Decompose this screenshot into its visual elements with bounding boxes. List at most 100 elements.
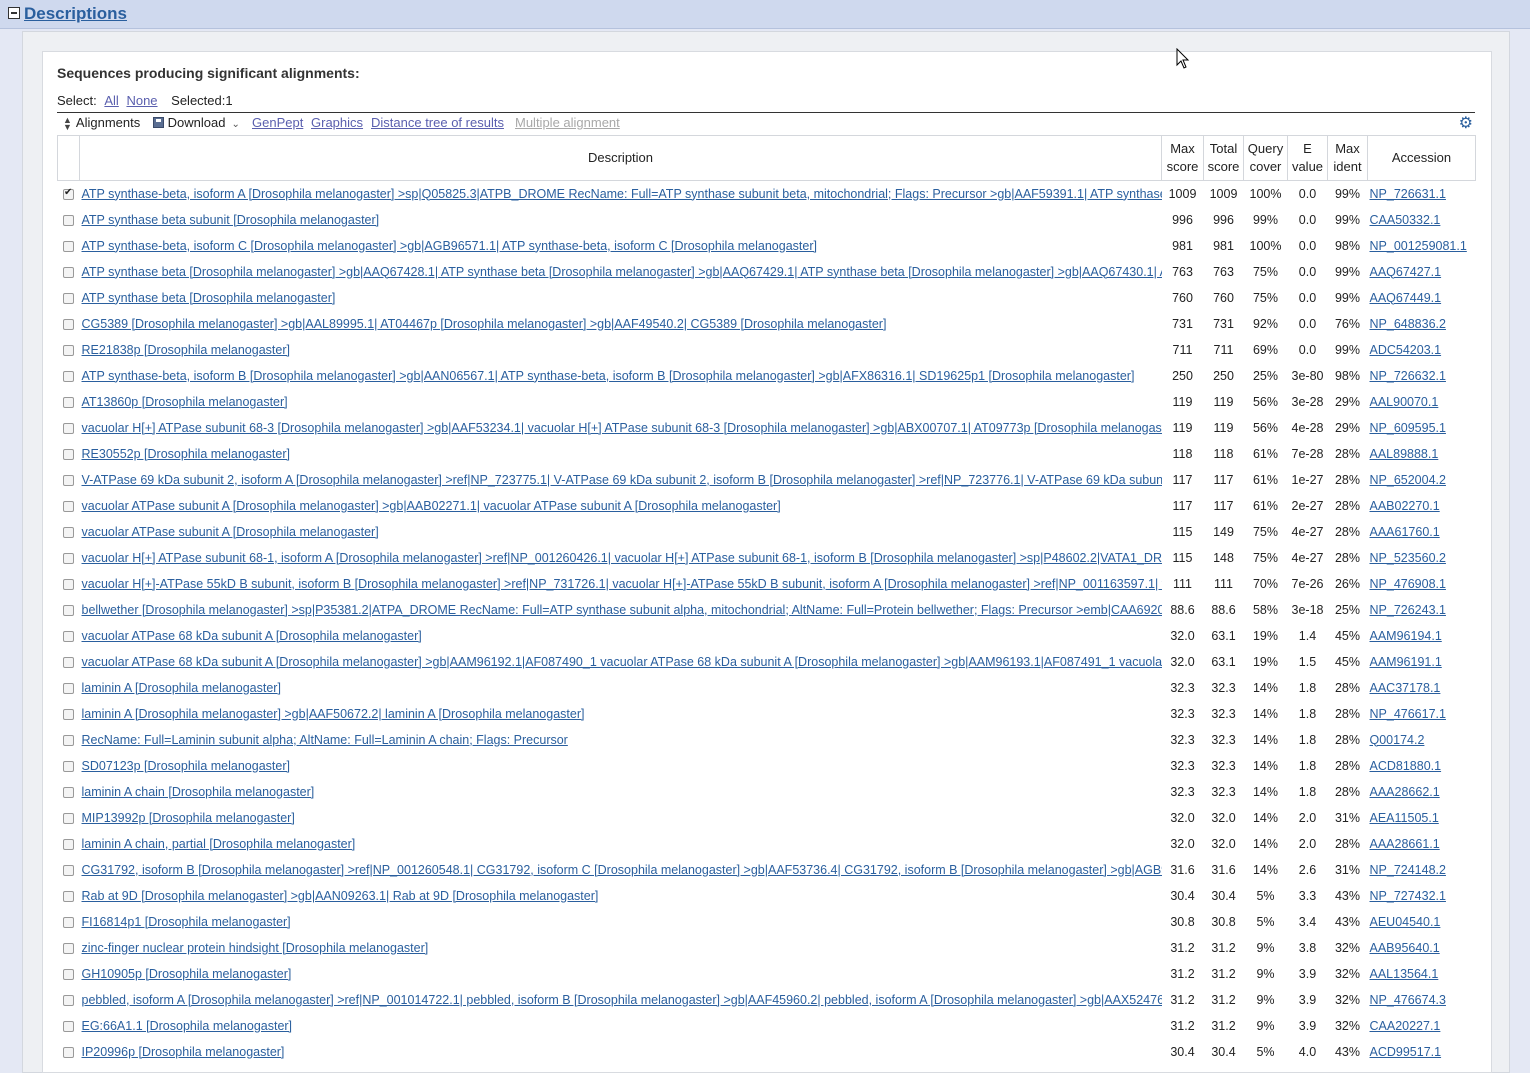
description-link[interactable]: MIP13992p [Drosophila melanogaster] (82, 811, 295, 825)
row-checkbox[interactable] (63, 292, 74, 304)
row-checkbox[interactable] (63, 370, 74, 382)
row-checkbox[interactable] (63, 1046, 74, 1058)
accession-link[interactable]: NP_609595.1 (1370, 421, 1446, 435)
row-checkbox[interactable] (63, 526, 74, 538)
gear-icon[interactable]: ⚙ (1459, 113, 1473, 133)
accession-link[interactable]: NP_727432.1 (1370, 889, 1446, 903)
accession-link[interactable]: NP_648836.2 (1370, 317, 1446, 331)
max-score-column-header[interactable]: Max score (1161, 135, 1204, 181)
row-checkbox[interactable] (63, 187, 74, 200)
section-title[interactable]: Descriptions (24, 4, 127, 24)
row-checkbox[interactable] (63, 708, 74, 720)
total-score-column-header[interactable]: Total score (1203, 135, 1244, 181)
description-link[interactable]: IP20996p [Drosophila melanogaster] (82, 1045, 285, 1059)
accession-link[interactable]: AAA28661.1 (1370, 837, 1440, 851)
description-link[interactable]: vacuolar ATPase subunit A [Drosophila me… (82, 499, 781, 513)
accession-link[interactable]: NP_001259081.1 (1370, 239, 1467, 253)
accession-link[interactable]: AAQ67427.1 (1370, 265, 1442, 279)
description-link[interactable]: RecName: Full=Laminin subunit alpha; Alt… (82, 733, 568, 747)
select-all-link[interactable]: All (104, 93, 118, 108)
description-link[interactable]: FI16814p1 [Drosophila melanogaster] (82, 915, 291, 929)
row-checkbox[interactable] (63, 448, 74, 460)
accession-link[interactable]: CAA20227.1 (1370, 1019, 1441, 1033)
description-link[interactable]: vacuolar ATPase subunit A [Drosophila me… (82, 525, 379, 539)
accession-link[interactable]: ADC54203.1 (1370, 343, 1442, 357)
description-link[interactable]: SD07123p [Drosophila melanogaster] (82, 759, 290, 773)
accession-link[interactable]: AAB95640.1 (1370, 941, 1440, 955)
description-link[interactable]: EG:66A1.1 [Drosophila melanogaster] (82, 1019, 293, 1033)
description-link[interactable]: laminin A [Drosophila melanogaster] >gb|… (82, 707, 585, 721)
accession-link[interactable]: AAL13564.1 (1370, 967, 1439, 981)
row-checkbox[interactable] (63, 500, 74, 512)
row-checkbox[interactable] (63, 994, 74, 1006)
select-none-link[interactable]: None (126, 93, 157, 108)
accession-link[interactable]: AAQ67449.1 (1370, 291, 1442, 305)
row-checkbox[interactable] (63, 734, 74, 746)
accession-link[interactable]: ACD81880.1 (1370, 759, 1442, 773)
accession-link[interactable]: NP_652004.2 (1370, 473, 1446, 487)
graphics-link[interactable]: Graphics (311, 115, 363, 130)
row-checkbox[interactable] (63, 552, 74, 564)
row-checkbox[interactable] (63, 578, 74, 590)
row-checkbox[interactable] (63, 396, 74, 408)
row-checkbox[interactable] (63, 656, 74, 668)
accession-link[interactable]: AAA61760.1 (1370, 525, 1440, 539)
row-checkbox[interactable] (63, 864, 74, 876)
description-column-header[interactable]: Description (79, 135, 1162, 181)
max-ident-column-header[interactable]: Max ident (1327, 135, 1368, 181)
accession-link[interactable]: ACD99517.1 (1370, 1045, 1442, 1059)
description-link[interactable]: vacuolar H[+] ATPase subunit 68-3 [Droso… (82, 421, 1162, 435)
alignments-button[interactable]: ▲ ▼ Alignments (63, 115, 140, 131)
description-link[interactable]: ATP synthase-beta, isoform A [Drosophila… (82, 187, 1162, 201)
distance-tree-link[interactable]: Distance tree of results (371, 115, 504, 130)
description-link[interactable]: RE30552p [Drosophila melanogaster] (82, 447, 290, 461)
row-checkbox[interactable] (63, 942, 74, 954)
row-checkbox[interactable] (63, 812, 74, 824)
query-cover-column-header[interactable]: Query cover (1243, 135, 1288, 181)
accession-link[interactable]: NP_476908.1 (1370, 577, 1446, 591)
row-checkbox[interactable] (63, 630, 74, 642)
description-link[interactable]: pebbled, isoform A [Drosophila melanogas… (82, 993, 1162, 1007)
description-link[interactable]: vacuolar ATPase 68 kDa subunit A [Drosop… (82, 629, 422, 643)
description-link[interactable]: laminin A chain, partial [Drosophila mel… (82, 837, 356, 851)
description-link[interactable]: bellwether [Drosophila melanogaster] >sp… (82, 603, 1162, 617)
row-checkbox[interactable] (63, 838, 74, 850)
accession-link[interactable]: CAA50332.1 (1370, 213, 1441, 227)
description-link[interactable]: AT13860p [Drosophila melanogaster] (82, 395, 288, 409)
accession-link[interactable]: NP_476617.1 (1370, 707, 1446, 721)
row-checkbox[interactable] (63, 786, 74, 798)
description-link[interactable]: vacuolar H[+] ATPase subunit 68-1, isofo… (82, 551, 1162, 565)
description-link[interactable]: CG31792, isoform B [Drosophila melanogas… (82, 863, 1162, 877)
row-checkbox[interactable] (63, 240, 74, 252)
row-checkbox[interactable] (63, 916, 74, 928)
description-link[interactable]: vacuolar ATPase 68 kDa subunit A [Drosop… (82, 655, 1162, 669)
accession-link[interactable]: AAL90070.1 (1370, 395, 1439, 409)
row-checkbox[interactable] (63, 474, 74, 486)
accession-link[interactable]: AAA28662.1 (1370, 785, 1440, 799)
row-checkbox[interactable] (63, 890, 74, 902)
accession-column-header[interactable]: Accession (1367, 135, 1476, 181)
description-link[interactable]: ATP synthase beta [Drosophila melanogast… (82, 265, 1162, 279)
description-link[interactable]: zinc-finger nuclear protein hindsight [D… (82, 941, 429, 955)
row-checkbox[interactable] (63, 968, 74, 980)
row-checkbox[interactable] (63, 266, 74, 278)
row-checkbox[interactable] (63, 604, 74, 616)
accession-link[interactable]: AAM96194.1 (1370, 629, 1442, 643)
row-checkbox[interactable] (63, 422, 74, 434)
accession-link[interactable]: NP_724148.2 (1370, 863, 1446, 877)
description-link[interactable]: laminin A [Drosophila melanogaster] (82, 681, 281, 695)
accession-link[interactable]: AEU04540.1 (1370, 915, 1441, 929)
accession-link[interactable]: AAB02270.1 (1370, 499, 1440, 513)
row-checkbox[interactable] (63, 760, 74, 772)
collapse-icon[interactable] (8, 7, 20, 19)
description-link[interactable]: laminin A chain [Drosophila melanogaster… (82, 785, 315, 799)
accession-link[interactable]: NP_523560.2 (1370, 551, 1446, 565)
description-link[interactable]: RE21838p [Drosophila melanogaster] (82, 343, 290, 357)
accession-link[interactable]: AAL89888.1 (1370, 447, 1439, 461)
description-link[interactable]: ATP synthase beta [Drosophila melanogast… (82, 291, 336, 305)
accession-link[interactable]: NP_726243.1 (1370, 603, 1446, 617)
download-menu[interactable]: Download ⌄ (153, 115, 240, 130)
accession-link[interactable]: AAC37178.1 (1370, 681, 1441, 695)
genpept-link[interactable]: GenPept (252, 115, 303, 130)
accession-link[interactable]: AAM96191.1 (1370, 655, 1442, 669)
